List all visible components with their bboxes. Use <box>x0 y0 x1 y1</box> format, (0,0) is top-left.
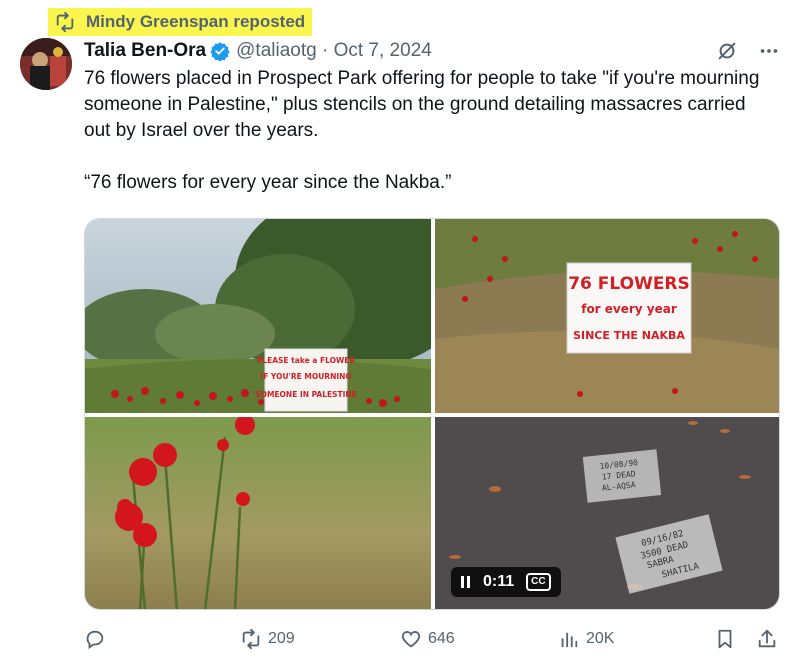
tweet-header: Talia Ben-Ora @taliaotg · Oct 7, 2024 <box>84 38 780 64</box>
repost-label[interactable]: Mindy Greenspan reposted <box>86 12 305 32</box>
video-time: 0:11 <box>483 573 515 590</box>
photo-park-sign[interactable]: PLEASE take a FLOWER IF YOU'RE MOURNING … <box>85 219 431 413</box>
sign-line: SINCE THE NAKBA <box>573 329 685 342</box>
sign-line: 76 FLOWERS <box>568 274 690 294</box>
avatar[interactable] <box>20 38 72 90</box>
verified-badge-icon[interactable] <box>210 41 230 61</box>
repost-count: 209 <box>268 630 295 647</box>
like-count: 646 <box>428 630 455 647</box>
video-controls[interactable]: 0:11 CC <box>451 567 561 597</box>
tweet-paragraph: “76 flowers for every year since the Nak… <box>84 172 452 193</box>
separator: · <box>321 40 329 61</box>
cc-icon[interactable]: CC <box>526 573 551 591</box>
tweet-paragraph: 76 flowers placed in Prospect Park offer… <box>84 68 760 141</box>
handle-and-date: @taliaotg · Oct 7, 2024 <box>236 40 432 62</box>
post-date[interactable]: Oct 7, 2024 <box>334 40 432 61</box>
sign-line: PLEASE take a FLOWER <box>257 356 356 365</box>
handle[interactable]: @taliaotg <box>236 40 317 61</box>
more-icon[interactable] <box>758 40 780 62</box>
display-name[interactable]: Talia Ben-Ora <box>84 40 206 62</box>
views-icon <box>561 632 578 648</box>
bookmark-icon <box>718 629 732 649</box>
like-button[interactable]: 646 <box>400 628 455 650</box>
video-stencils[interactable]: 10/08/90 17 DEAD AL-AQSA 09/16/82 3500 D… <box>435 417 779 609</box>
action-bar: 209 646 20K <box>84 622 780 656</box>
views-button[interactable]: 20K <box>558 628 614 650</box>
sign-line: SOMEONE IN PALESTINE <box>255 390 357 399</box>
share-button[interactable] <box>756 628 778 650</box>
reply-icon <box>86 630 104 650</box>
repost-button[interactable]: 209 <box>240 628 295 650</box>
photo-76-flowers-sign[interactable]: 76 FLOWERS for every year SINCE THE NAKB… <box>435 219 779 413</box>
grok-icon[interactable] <box>716 40 738 62</box>
repost-banner[interactable]: Mindy Greenspan reposted <box>48 8 312 36</box>
media-grid: PLEASE take a FLOWER IF YOU'RE MOURNING … <box>84 218 780 610</box>
share-icon <box>758 629 776 648</box>
tweet-text: 76 flowers placed in Prospect Park offer… <box>84 66 774 196</box>
heart-icon <box>401 631 421 648</box>
reply-button[interactable] <box>84 628 112 650</box>
photo-carnations[interactable] <box>85 417 431 609</box>
header-actions <box>716 40 780 62</box>
sign-line: IF YOU'RE MOURNING <box>260 372 351 381</box>
bookmark-button[interactable] <box>714 628 736 650</box>
views-count: 20K <box>586 630 615 647</box>
repost-icon <box>242 628 260 650</box>
sign-line: for every year <box>581 302 677 316</box>
pause-icon[interactable] <box>461 576 471 588</box>
repost-icon <box>56 11 74 33</box>
